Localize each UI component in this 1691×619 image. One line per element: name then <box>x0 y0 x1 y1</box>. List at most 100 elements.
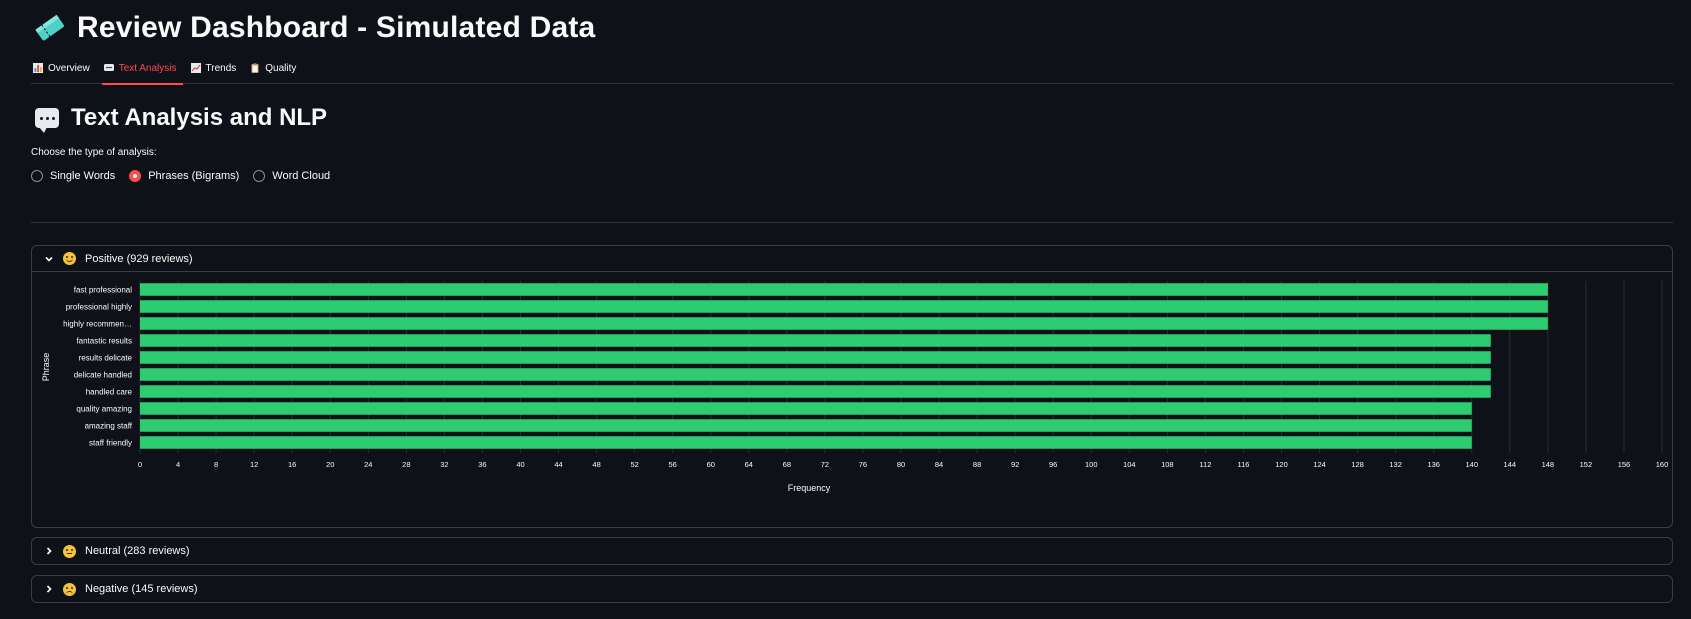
tick-label: 108 <box>1161 460 1174 469</box>
bar <box>140 351 1491 364</box>
bar <box>140 283 1548 296</box>
tab-label: Text Analysis <box>118 62 177 74</box>
tick-label: 80 <box>897 460 905 469</box>
clipboard-icon <box>251 63 259 73</box>
tab-trends[interactable]: Trends <box>189 58 243 84</box>
tick-label: 132 <box>1389 460 1402 469</box>
bar <box>140 419 1472 432</box>
bar <box>140 300 1548 313</box>
tick-label: 32 <box>440 460 448 469</box>
category-label: fast professional <box>74 286 132 295</box>
tick-label: 20 <box>326 460 334 469</box>
bar <box>140 402 1472 415</box>
neutral-face-icon <box>63 544 76 558</box>
expander-positive: Positive (929 reviews) fast professional… <box>31 245 1673 528</box>
tick-label: 52 <box>630 460 638 469</box>
radio-word-cloud[interactable]: Word Cloud <box>253 170 330 182</box>
tick-label: 28 <box>402 460 410 469</box>
tick-label: 40 <box>516 460 524 469</box>
category-label: results delicate <box>79 354 133 363</box>
tick-label: 156 <box>1618 460 1631 469</box>
category-label: amazing staff <box>85 422 133 431</box>
app-title: Review Dashboard - Simulated Data <box>77 11 596 44</box>
category-label: professional highly <box>66 303 132 312</box>
tab-quality[interactable]: Quality <box>248 58 302 84</box>
tick-label: 96 <box>1049 460 1057 469</box>
expander-neutral-header[interactable]: Neutral (283 reviews) <box>32 538 1672 564</box>
speech-bubble-icon <box>103 64 114 71</box>
expander-negative-header[interactable]: Negative (145 reviews) <box>32 576 1672 602</box>
tick-label: 148 <box>1542 460 1555 469</box>
radio-label: Single Words <box>50 170 116 182</box>
tab-label: Overview <box>48 62 90 74</box>
radio-single-words[interactable]: Single Words <box>31 170 115 182</box>
tick-label: 92 <box>1011 460 1019 469</box>
tick-label: 124 <box>1313 460 1326 469</box>
tick-label: 84 <box>935 460 943 469</box>
tick-label: 68 <box>783 460 791 469</box>
tick-label: 0 <box>138 460 142 469</box>
tab-label: Quality <box>265 62 297 74</box>
radio-label: Phrases (Bigrams) <box>148 170 240 182</box>
tick-label: 56 <box>669 460 677 469</box>
frowning-face-icon <box>63 582 76 596</box>
radio-circle-selected[interactable] <box>129 170 142 182</box>
tick-label: 4 <box>176 460 180 469</box>
category-label: delicate handled <box>74 371 132 380</box>
bigram-chart: fast professional professional highly high… <box>32 273 1672 527</box>
smiling-face-icon <box>63 252 76 265</box>
expander-label: Neutral (283 reviews) <box>85 545 190 557</box>
tick-label: 36 <box>478 460 486 469</box>
tick-label: 60 <box>707 460 715 469</box>
bar <box>140 436 1472 449</box>
tick-label: 128 <box>1351 460 1364 469</box>
radio-circle[interactable] <box>31 170 43 182</box>
radio-phrases-bigrams[interactable]: Phrases (Bigrams) <box>129 170 239 182</box>
tab-text-analysis[interactable]: Text Analysis <box>101 58 183 85</box>
expander-positive-header[interactable]: Positive (929 reviews) <box>32 246 1672 272</box>
x-axis-label: Frequency <box>788 483 831 493</box>
bar-chart: fast professional professional highly high… <box>41 281 1669 493</box>
tick-label: 100 <box>1085 460 1098 469</box>
expander-neutral: Neutral (283 reviews) <box>31 537 1673 565</box>
bar-chart-icon <box>33 63 43 73</box>
tick-label: 160 <box>1656 460 1669 469</box>
tick-label: 48 <box>592 460 600 469</box>
category-label: highly recommen… <box>63 320 132 329</box>
bar <box>140 368 1491 381</box>
tick-label: 144 <box>1504 460 1517 469</box>
speech-bubble-icon <box>35 108 59 133</box>
tick-label: 16 <box>288 460 296 469</box>
tick-label: 64 <box>745 460 753 469</box>
section-title: Text Analysis and NLP <box>71 104 328 131</box>
bar <box>140 334 1491 347</box>
section-header: Text Analysis and NLP <box>35 104 328 133</box>
tab-bar: Overview Text Analysis Trends Quality <box>31 58 1673 85</box>
analysis-type-radio: Single Words Phrases (Bigrams) Word Clou… <box>31 170 330 182</box>
expander-label: Negative (145 reviews) <box>85 583 198 595</box>
chevron-down-icon <box>45 256 53 262</box>
y-axis-label: Phrase <box>41 353 51 382</box>
tick-label: 24 <box>364 460 372 469</box>
expander-label: Positive (929 reviews) <box>85 252 193 265</box>
tab-overview[interactable]: Overview <box>31 58 96 84</box>
tick-label: 12 <box>250 460 258 469</box>
tick-label: 72 <box>821 460 829 469</box>
tick-label: 76 <box>859 460 867 469</box>
tick-label: 44 <box>554 460 562 469</box>
bar <box>140 317 1548 330</box>
radio-label: Word Cloud <box>272 170 331 182</box>
tick-label: 136 <box>1427 460 1440 469</box>
bar <box>140 385 1491 398</box>
tick-label: 120 <box>1275 460 1288 469</box>
tick-label: 116 <box>1237 460 1249 469</box>
category-label: quality amazing <box>76 405 132 414</box>
tick-label: 104 <box>1123 460 1136 469</box>
tick-label: 112 <box>1199 460 1211 469</box>
tick-label: 152 <box>1580 460 1593 469</box>
tick-label: 88 <box>973 460 981 469</box>
ticket-icon <box>35 14 64 41</box>
radio-circle[interactable] <box>253 170 266 182</box>
category-label: fantastic results <box>76 337 132 346</box>
trend-chart-icon <box>190 63 201 73</box>
